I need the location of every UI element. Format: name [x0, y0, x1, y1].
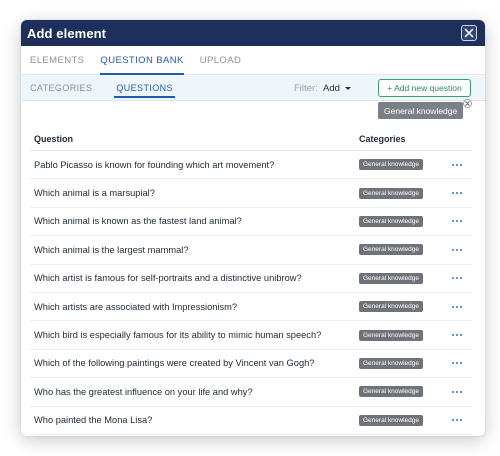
tab-elements[interactable]: ELEMENTS [30, 46, 84, 75]
close-icon [464, 28, 474, 38]
table-row[interactable]: Who painted the Mona Lisa? General knowl… [30, 407, 472, 435]
more-options-icon[interactable] [452, 245, 462, 255]
category-badge: General knowledge [359, 244, 424, 256]
category-badge: General knowledge [359, 329, 424, 341]
filter-dropdown-value: Add [323, 82, 340, 94]
more-options-icon[interactable] [452, 273, 462, 283]
tab-question-bank[interactable]: QUESTION BANK [100, 46, 185, 75]
column-header-question: Question [34, 133, 74, 144]
table-row[interactable]: Which artists are associated with Impres… [30, 293, 472, 322]
category-badge: General knowledge [359, 272, 424, 284]
table-row[interactable]: Who has the greatest influence on your l… [30, 378, 472, 407]
more-options-icon[interactable] [452, 188, 462, 198]
category-badge: General knowledge [359, 414, 424, 426]
category-badge: General knowledge [359, 159, 424, 171]
question-text: Which animal is the largest mammal? [34, 244, 189, 255]
more-options-icon[interactable] [452, 387, 462, 397]
category-badge: General knowledge [359, 301, 424, 313]
category-badge: General knowledge [359, 187, 424, 199]
questions-table: Question Categories Pablo Picasso is kno… [30, 127, 472, 435]
question-text: Which animal is a marsupial? [34, 188, 155, 199]
question-text: Who has the greatest influence on your l… [34, 386, 253, 397]
more-options-icon[interactable] [452, 358, 462, 368]
main-tabs: ELEMENTS QUESTION BANK UPLOAD [21, 46, 485, 75]
table-row[interactable]: Pablo Picasso is known for founding whic… [30, 151, 472, 180]
question-text: Which animal is known as the fastest lan… [34, 216, 242, 227]
question-text: Which artist is famous for self-portrait… [34, 273, 302, 284]
close-button[interactable] [461, 25, 477, 41]
sub-tabs-bar: CATEGORIES QUESTIONS Filter: Add + Add n… [21, 75, 485, 101]
more-options-icon[interactable] [452, 415, 462, 425]
active-filter-chip: General knowledge [378, 102, 464, 119]
category-badge: General knowledge [359, 357, 424, 369]
question-text: Which of the following paintings were cr… [34, 358, 315, 369]
category-badge: General knowledge [359, 386, 424, 398]
more-options-icon[interactable] [452, 216, 462, 226]
more-options-icon[interactable] [452, 160, 462, 170]
table-row[interactable]: Which animal is the largest mammal? Gene… [30, 236, 472, 265]
more-options-icon[interactable] [452, 302, 462, 312]
table-row[interactable]: Which bird is especially famous for its … [30, 321, 472, 350]
question-text: Which artists are associated with Impres… [34, 301, 238, 312]
filter-dropdown[interactable]: Add [323, 75, 351, 101]
category-badge: General knowledge [359, 215, 424, 227]
add-element-modal: Add element ELEMENTS QUESTION BANK UPLOA… [21, 20, 485, 436]
question-text: Who painted the Mona Lisa? [34, 415, 153, 426]
column-header-categories: Categories [359, 133, 406, 144]
remove-chip-icon [465, 101, 470, 106]
table-row[interactable]: Which animal is known as the fastest lan… [30, 208, 472, 237]
table-row[interactable]: Which animal is a marsupial? General kno… [30, 179, 472, 208]
filter-label: Filter: [294, 82, 318, 94]
question-text: Pablo Picasso is known for founding whic… [34, 159, 275, 170]
table-row[interactable]: Which of the following paintings were cr… [30, 350, 472, 379]
remove-chip-button[interactable] [463, 99, 472, 108]
caret-down-icon [344, 86, 351, 90]
tab-categories[interactable]: CATEGORIES [30, 75, 92, 101]
tab-questions[interactable]: QUESTIONS [114, 75, 175, 101]
tab-upload[interactable]: UPLOAD [200, 46, 241, 75]
add-new-question-button[interactable]: + Add new question [378, 79, 471, 97]
table-row[interactable]: Which artist is famous for self-portrait… [30, 265, 472, 293]
modal-title: Add element [27, 25, 107, 41]
question-text: Which bird is especially famous for its … [34, 330, 322, 341]
table-header: Question Categories [30, 127, 472, 151]
modal-titlebar: Add element [21, 20, 485, 46]
more-options-icon[interactable] [452, 330, 462, 340]
